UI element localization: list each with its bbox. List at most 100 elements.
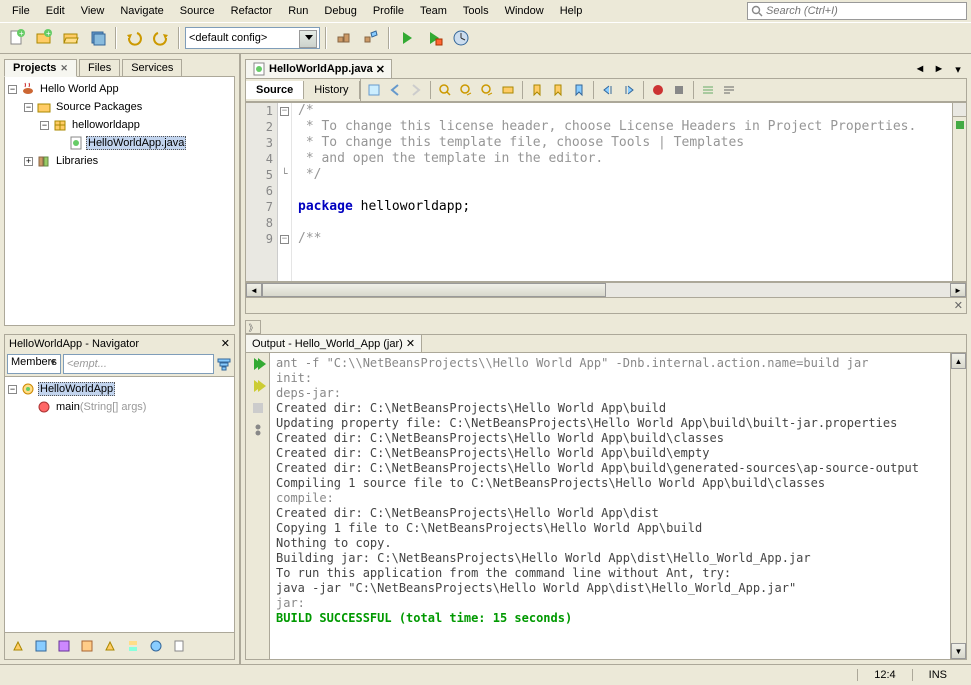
macro-stop-icon[interactable] bbox=[669, 80, 689, 100]
code-content[interactable]: /* * To change this license header, choo… bbox=[292, 103, 952, 281]
toggle-bookmark-icon[interactable] bbox=[569, 80, 589, 100]
tree-source-packages[interactable]: −Source Packages bbox=[8, 98, 231, 116]
menu-team[interactable]: Team bbox=[412, 3, 455, 19]
find-selection-icon[interactable] bbox=[435, 80, 455, 100]
tab-services[interactable]: Services bbox=[122, 59, 182, 76]
undo-button[interactable] bbox=[122, 26, 146, 50]
menu-navigate[interactable]: Navigate bbox=[112, 3, 171, 19]
projects-panel: −Hello World App −Source Packages −hello… bbox=[4, 76, 235, 326]
new-file-button[interactable]: + bbox=[5, 26, 29, 50]
menu-view[interactable]: View bbox=[73, 3, 113, 19]
build-button[interactable] bbox=[332, 26, 356, 50]
search-input[interactable] bbox=[766, 5, 963, 17]
rerun-diff-icon[interactable] bbox=[250, 378, 266, 394]
libraries-icon bbox=[36, 153, 52, 169]
error-stripe[interactable] bbox=[952, 103, 966, 281]
menu-run[interactable]: Run bbox=[280, 3, 316, 19]
back-icon[interactable] bbox=[385, 80, 405, 100]
navigator-filter-button[interactable] bbox=[216, 354, 232, 374]
nav-fields-icon[interactable] bbox=[30, 635, 52, 657]
toggle-highlight-icon[interactable] bbox=[498, 80, 518, 100]
coffee-icon bbox=[20, 81, 36, 97]
forward-icon[interactable] bbox=[406, 80, 426, 100]
find-next-icon[interactable] bbox=[477, 80, 497, 100]
shift-left-icon[interactable] bbox=[598, 80, 618, 100]
stop-icon[interactable] bbox=[250, 400, 266, 416]
close-editor-button[interactable]: ✕ bbox=[954, 299, 963, 312]
output-vscroll[interactable]: ▲▼ bbox=[950, 353, 966, 659]
tab-left-button[interactable]: ◄ bbox=[911, 60, 929, 78]
class-icon bbox=[20, 381, 36, 397]
tree-java-file[interactable]: HelloWorldApp.java bbox=[8, 134, 231, 152]
comment-icon[interactable] bbox=[698, 80, 718, 100]
find-prev-icon[interactable] bbox=[456, 80, 476, 100]
output-text[interactable]: ant -f "C:\\NetBeansProjects\\Hello Worl… bbox=[270, 353, 950, 659]
tab-projects[interactable]: Projects✕ bbox=[4, 59, 77, 77]
projects-tabs: Projects✕ Files Services bbox=[0, 54, 239, 76]
close-icon[interactable]: ✕ bbox=[376, 63, 385, 76]
tab-files[interactable]: Files bbox=[79, 59, 120, 76]
next-bookmark-icon[interactable] bbox=[548, 80, 568, 100]
close-icon[interactable]: ✕ bbox=[221, 337, 230, 350]
history-tab[interactable]: History bbox=[304, 81, 359, 99]
run-button[interactable] bbox=[395, 26, 419, 50]
shift-right-icon[interactable] bbox=[619, 80, 639, 100]
fold-gutter[interactable]: −└− bbox=[278, 103, 292, 281]
editor-hscroll[interactable]: ◄► bbox=[245, 282, 967, 298]
nav-nonpublic-icon[interactable] bbox=[76, 635, 98, 657]
editor-area[interactable]: 123456789 −└− /* * To change this licens… bbox=[245, 102, 967, 282]
navigator-title: HelloWorldApp - Navigator✕ bbox=[4, 334, 235, 352]
clean-build-button[interactable] bbox=[359, 26, 383, 50]
debug-button[interactable] bbox=[422, 26, 446, 50]
menu-profile[interactable]: Profile bbox=[365, 3, 412, 19]
uncomment-icon[interactable] bbox=[719, 80, 739, 100]
source-tab[interactable]: Source bbox=[246, 81, 304, 99]
editor-tab[interactable]: HelloWorldApp.java ✕ bbox=[245, 59, 392, 78]
new-project-button[interactable]: + bbox=[32, 26, 56, 50]
rerun-icon[interactable] bbox=[250, 356, 266, 372]
output-side-toolbar bbox=[246, 353, 270, 659]
cursor-position: 12:4 bbox=[857, 669, 911, 681]
nav-alpha-icon[interactable] bbox=[122, 635, 144, 657]
close-icon[interactable]: ✕ bbox=[406, 337, 415, 350]
menu-tools[interactable]: Tools bbox=[455, 3, 497, 19]
editor-toolbar bbox=[360, 79, 966, 101]
config-combo[interactable]: <default config> bbox=[185, 27, 320, 49]
save-all-button[interactable] bbox=[86, 26, 110, 50]
last-edit-icon[interactable] bbox=[364, 80, 384, 100]
profile-button[interactable] bbox=[449, 26, 473, 50]
tab-list-button[interactable]: ▾ bbox=[949, 60, 967, 78]
nav-doc-icon[interactable] bbox=[168, 635, 190, 657]
redo-button[interactable] bbox=[149, 26, 173, 50]
output-tab[interactable]: Output - Hello_World_App (jar)✕ bbox=[246, 335, 422, 352]
nav-sort-icon[interactable] bbox=[99, 635, 121, 657]
tab-right-button[interactable]: ► bbox=[930, 60, 948, 78]
tree-package[interactable]: −helloworldapp bbox=[8, 116, 231, 134]
close-icon[interactable]: ✕ bbox=[60, 63, 68, 73]
tree-project[interactable]: −Hello World App bbox=[8, 80, 231, 98]
tree-libraries[interactable]: +Libraries bbox=[8, 152, 231, 170]
prev-bookmark-icon[interactable] bbox=[527, 80, 547, 100]
output-titlebar: Output - Hello_World_App (jar)✕ bbox=[245, 334, 967, 353]
nav-class[interactable]: −HelloWorldApp bbox=[8, 380, 231, 398]
navigator-view-combo[interactable]: Members bbox=[7, 354, 61, 374]
nav-fqn-icon[interactable] bbox=[145, 635, 167, 657]
collapse-handle[interactable]: 》 bbox=[245, 320, 261, 334]
menu-help[interactable]: Help bbox=[552, 3, 591, 19]
navigator-filter-input[interactable] bbox=[63, 354, 214, 374]
menu-source[interactable]: Source bbox=[172, 3, 223, 19]
open-project-button[interactable] bbox=[59, 26, 83, 50]
menu-window[interactable]: Window bbox=[497, 3, 552, 19]
nav-method[interactable]: main(String[] args) bbox=[8, 398, 231, 416]
menu-edit[interactable]: Edit bbox=[38, 3, 73, 19]
package-icon bbox=[52, 117, 68, 133]
nav-static-icon[interactable] bbox=[53, 635, 75, 657]
quick-search[interactable] bbox=[747, 2, 967, 20]
svg-text:+: + bbox=[46, 29, 51, 38]
settings-icon[interactable] bbox=[250, 422, 266, 438]
menu-file[interactable]: File bbox=[4, 3, 38, 19]
menu-debug[interactable]: Debug bbox=[316, 3, 364, 19]
menu-refactor[interactable]: Refactor bbox=[223, 3, 281, 19]
nav-inherited-icon[interactable] bbox=[7, 635, 29, 657]
macro-record-icon[interactable] bbox=[648, 80, 668, 100]
